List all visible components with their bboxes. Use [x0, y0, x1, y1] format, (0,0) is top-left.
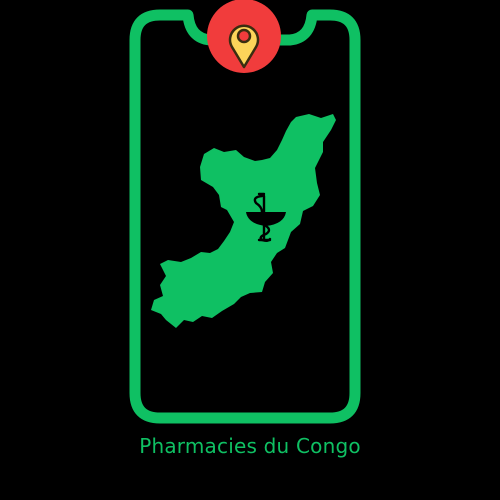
location-pin-icon — [207, 0, 281, 73]
app-logo: Pharmacies du Congo — [0, 0, 500, 500]
logo-graphic — [129, 0, 361, 424]
congo-map-icon — [151, 114, 336, 328]
app-name-label: Pharmacies du Congo — [139, 434, 361, 458]
